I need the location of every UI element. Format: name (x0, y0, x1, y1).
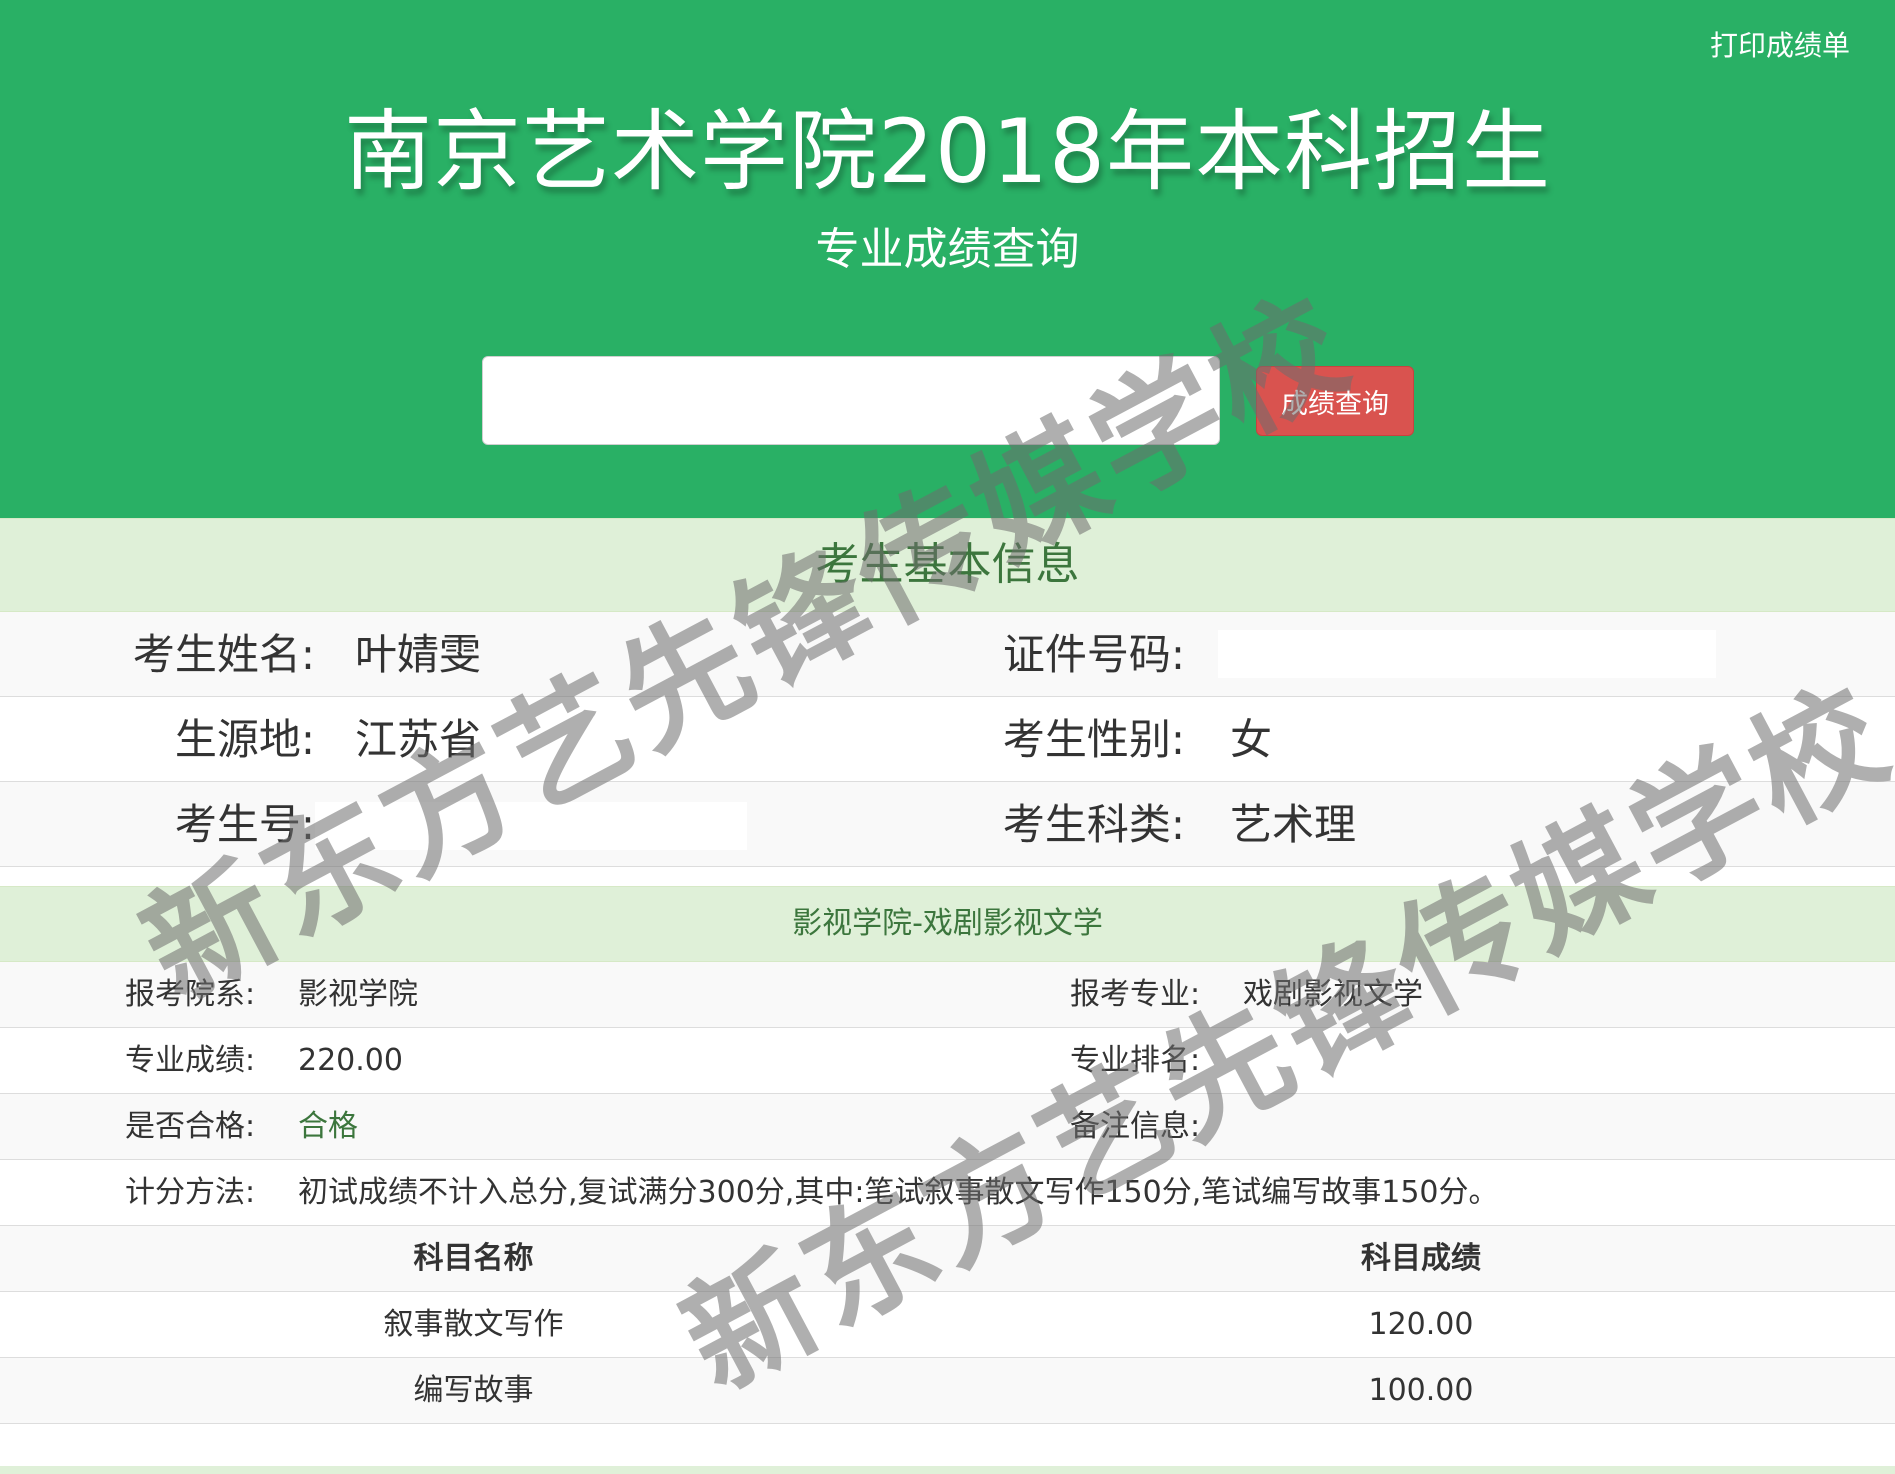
pass-value: 合格 (298, 1109, 358, 1144)
gender-label: 考生性别: (1002, 715, 1185, 764)
info-row-name: 考生姓名: 叶婧雯 证件号码: (0, 612, 1895, 697)
name-value: 叶婧雯 (355, 630, 482, 679)
info-row-department: 报考院系: 影视学院 报考专业: 戏剧影视文学 (0, 962, 1895, 1028)
score-table-header: 科目名称 科目成绩 (0, 1226, 1895, 1292)
major-info-heading: 影视学院-戏剧影视文学 (0, 886, 1895, 962)
subject-name-header: 科目名称 (413, 1241, 534, 1276)
page-header: 打印成绩单 南京艺术学院2018年本科招生 专业成绩查询 成绩查询 (0, 0, 1895, 518)
pass-label: 是否合格: (125, 1109, 256, 1144)
id-number-masked (1218, 630, 1716, 678)
major-value: 戏剧影视文学 (1243, 977, 1423, 1012)
major-score-value: 220.00 (298, 1043, 403, 1078)
origin-value: 江苏省 (355, 715, 482, 764)
bottom-divider (0, 1466, 1895, 1474)
id-number-label: 证件号码: (1002, 630, 1185, 679)
info-row-pass: 是否合格: 合格 备注信息: (0, 1094, 1895, 1160)
info-row-origin: 生源地: 江苏省 考生性别: 女 (0, 697, 1895, 782)
subject-score: 100.00 (1368, 1373, 1474, 1408)
category-value: 艺术理 (1230, 800, 1357, 849)
page-title: 南京艺术学院2018年本科招生 (344, 100, 1551, 203)
origin-label: 生源地: (174, 715, 315, 764)
subject-score: 120.00 (1368, 1307, 1474, 1342)
subject-name: 编写故事 (413, 1373, 534, 1408)
info-row-scoring-method: 计分方法: 初试成绩不计入总分,复试满分300分,其中:笔试叙事散文写作150分… (0, 1160, 1895, 1226)
remark-label: 备注信息: (1070, 1109, 1201, 1144)
exam-number-masked (315, 802, 747, 850)
gender-value: 女 (1230, 715, 1273, 764)
score-query-button[interactable]: 成绩查询 (1256, 366, 1414, 436)
scoring-method-label: 计分方法: (125, 1175, 256, 1210)
subject-name: 叙事散文写作 (383, 1307, 564, 1342)
department-value: 影视学院 (298, 977, 418, 1012)
table-row: 叙事散文写作 120.00 (0, 1292, 1895, 1358)
page-subtitle: 专业成绩查询 (815, 224, 1080, 275)
table-row: 编写故事 100.00 (0, 1358, 1895, 1424)
search-input[interactable] (482, 356, 1220, 445)
category-label: 考生科类: (1002, 800, 1185, 849)
basic-info-heading: 考生基本信息 (0, 518, 1895, 612)
info-row-exam-no: 考生号: 考生科类: 艺术理 (0, 782, 1895, 867)
scoring-method-value: 初试成绩不计入总分,复试满分300分,其中:笔试叙事散文写作150分,笔试编写故… (298, 1175, 1499, 1210)
major-score-label: 专业成绩: (125, 1043, 256, 1078)
exam-number-label: 考生号: (174, 800, 315, 849)
department-label: 报考院系: (125, 977, 256, 1012)
subject-score-header: 科目成绩 (1361, 1241, 1481, 1276)
name-label: 考生姓名: (132, 630, 315, 679)
print-report-link[interactable]: 打印成绩单 (1710, 24, 1850, 64)
info-row-score: 专业成绩: 220.00 专业排名: (0, 1028, 1895, 1094)
major-rank-label: 专业排名: (1070, 1043, 1201, 1078)
major-label: 报考专业: (1070, 977, 1201, 1012)
